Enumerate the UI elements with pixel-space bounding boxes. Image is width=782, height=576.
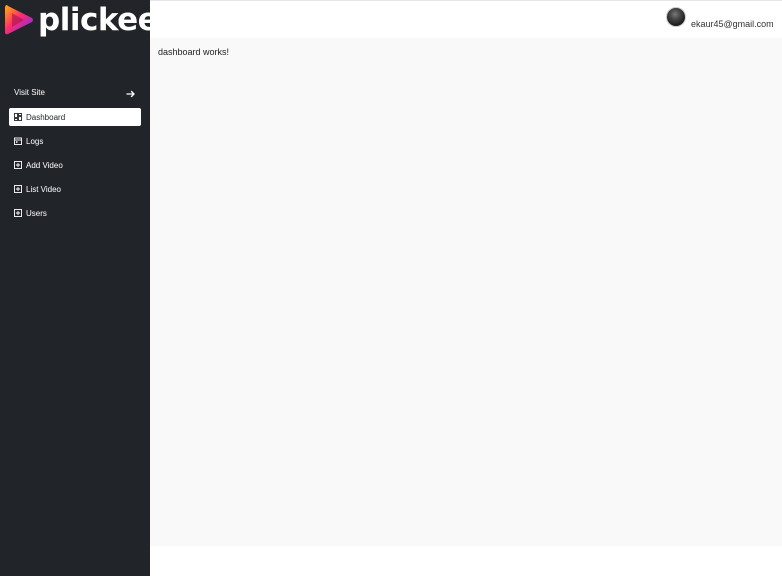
avatar[interactable] [666, 7, 686, 27]
plus-box-icon [14, 161, 22, 169]
dashboard-message: dashboard works! [158, 47, 230, 57]
visit-site-label: Visit Site [14, 87, 45, 97]
sidebar-item-label: Dashboard [26, 112, 66, 122]
user-email[interactable]: ekaur45@gmail.com [691, 19, 774, 29]
sidebar-nav: Dashboard Logs Add Video List Video User… [9, 108, 141, 228]
sidebar-item-label: Logs [26, 136, 44, 146]
sidebar-item-users[interactable]: Users [9, 204, 141, 222]
brand-name: plickee [38, 2, 159, 38]
play-logo-icon [5, 5, 33, 35]
sidebar-item-add-video[interactable]: Add Video [9, 156, 141, 174]
sidebar-item-dashboard[interactable]: Dashboard [9, 108, 141, 126]
plus-box-icon [14, 185, 22, 193]
brand-logo[interactable]: plickee [3, 1, 159, 39]
visit-site-link[interactable]: Visit Site [14, 84, 136, 100]
top-bar: ekaur45@gmail.com [150, 0, 782, 38]
calendar-icon [14, 137, 22, 145]
arrow-right-icon [126, 90, 135, 97]
dashboard-icon [14, 113, 22, 121]
sidebar-item-list-video[interactable]: List Video [9, 180, 141, 198]
sidebar-item-logs[interactable]: Logs [9, 132, 141, 150]
sidebar-item-label: Add Video [26, 160, 63, 170]
sidebar: plickee Visit Site Dashboard Logs Add Vi… [0, 0, 159, 576]
sidebar-item-label: List Video [26, 184, 61, 194]
main-content: dashboard works! [150, 38, 782, 546]
app: plickee Visit Site Dashboard Logs Add Vi… [0, 0, 782, 576]
sidebar-item-label: Users [26, 208, 47, 218]
plus-box-icon [14, 209, 22, 217]
